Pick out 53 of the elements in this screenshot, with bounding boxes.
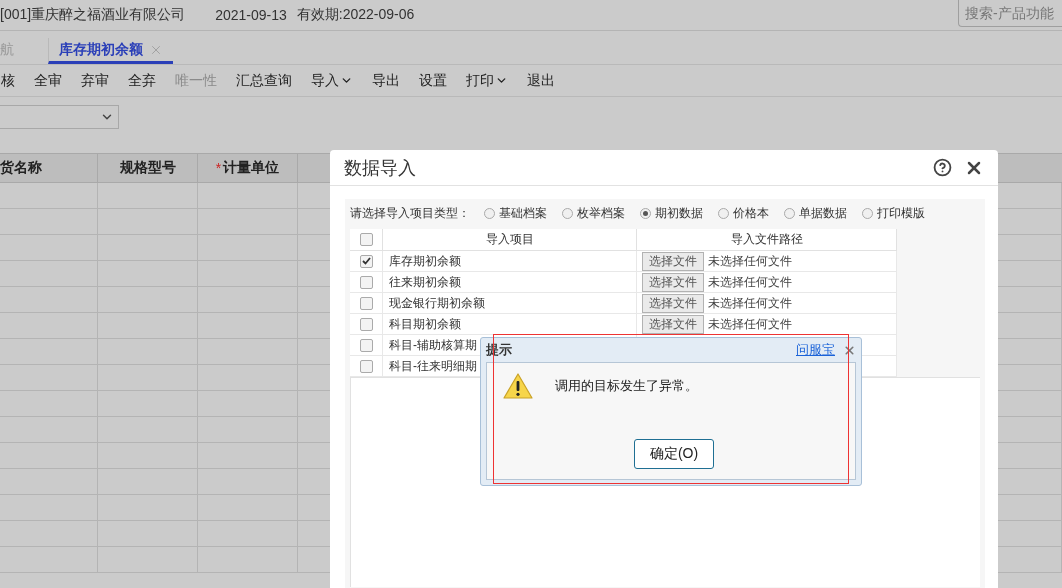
table-cell: 科目期初余额 xyxy=(383,314,637,335)
type-label: 请选择导入项目类型： xyxy=(350,205,470,222)
toolbar-button[interactable]: 导入 xyxy=(311,71,365,90)
choose-file-button[interactable]: 选择文件 xyxy=(642,251,704,271)
column-header: 货名称 xyxy=(0,153,98,183)
checkbox[interactable] xyxy=(359,275,373,289)
checkbox[interactable] xyxy=(359,317,373,331)
validity-date: 有效期:2022-09-06 xyxy=(296,6,415,24)
type-radio[interactable]: 打印模版 xyxy=(862,205,925,222)
checkbox[interactable] xyxy=(359,254,373,268)
type-radio[interactable]: 期初数据 xyxy=(640,205,703,222)
table-cell: 往来期初余额 xyxy=(383,272,637,293)
table-cell: 现金银行期初余额 xyxy=(383,293,637,314)
toolbar-button[interactable]: 设置 xyxy=(419,71,459,90)
file-status: 未选择任何文件 xyxy=(708,294,792,312)
toolbar-button[interactable]: 全审 xyxy=(34,71,74,90)
file-status: 未选择任何文件 xyxy=(708,315,792,333)
tab[interactable]: 库存期初余额 xyxy=(48,38,173,64)
column-header: 导入文件路径 xyxy=(637,229,897,251)
toolbar-button[interactable]: 汇总查询 xyxy=(236,71,304,90)
help-icon[interactable] xyxy=(933,158,952,177)
toolbar-button[interactable]: 全弃 xyxy=(128,71,168,90)
checkbox[interactable] xyxy=(359,233,373,246)
alert-message: 调用的目标发生了异常。 xyxy=(555,377,698,395)
dialog-title: 数据导入 xyxy=(344,156,417,180)
checkbox[interactable] xyxy=(359,296,373,310)
choose-file-button[interactable]: 选择文件 xyxy=(642,314,704,334)
login-date: 2021-09-13 xyxy=(215,7,287,23)
file-status: 未选择任何文件 xyxy=(708,252,792,270)
toolbar-button[interactable]: 打印 xyxy=(466,71,520,90)
checkbox[interactable] xyxy=(359,338,373,352)
type-radio[interactable]: 基础档案 xyxy=(484,205,547,222)
choose-file-button[interactable]: 选择文件 xyxy=(642,293,704,313)
type-radio[interactable]: 枚举档案 xyxy=(562,205,625,222)
column-header: *计量单位 xyxy=(198,153,298,183)
table-cell: 库存期初余额 xyxy=(383,251,637,272)
type-radio[interactable]: 价格本 xyxy=(718,205,769,222)
checkbox[interactable] xyxy=(359,359,373,373)
search-field[interactable]: 搜索-产品功能 xyxy=(958,0,1062,27)
file-status: 未选择任何文件 xyxy=(708,273,792,291)
filter-select[interactable] xyxy=(0,105,119,129)
company-name: [001]重庆醉之福酒业有限公司 xyxy=(0,6,186,24)
toolbar-button[interactable]: 弃审 xyxy=(81,71,121,90)
warning-icon xyxy=(503,373,533,399)
toolbar-button[interactable]: 核 xyxy=(1,71,27,90)
toolbar-button[interactable]: 导出 xyxy=(372,71,412,90)
column-header: 规格型号 xyxy=(98,153,198,183)
column-header: 导入项目 xyxy=(383,229,637,251)
type-radio[interactable]: 单据数据 xyxy=(784,205,847,222)
help-link[interactable]: 问服宝 xyxy=(796,341,835,359)
toolbar-button[interactable]: 退出 xyxy=(527,71,567,90)
ok-button[interactable]: 确定(O) xyxy=(634,439,714,469)
choose-file-button[interactable]: 选择文件 xyxy=(642,272,704,292)
